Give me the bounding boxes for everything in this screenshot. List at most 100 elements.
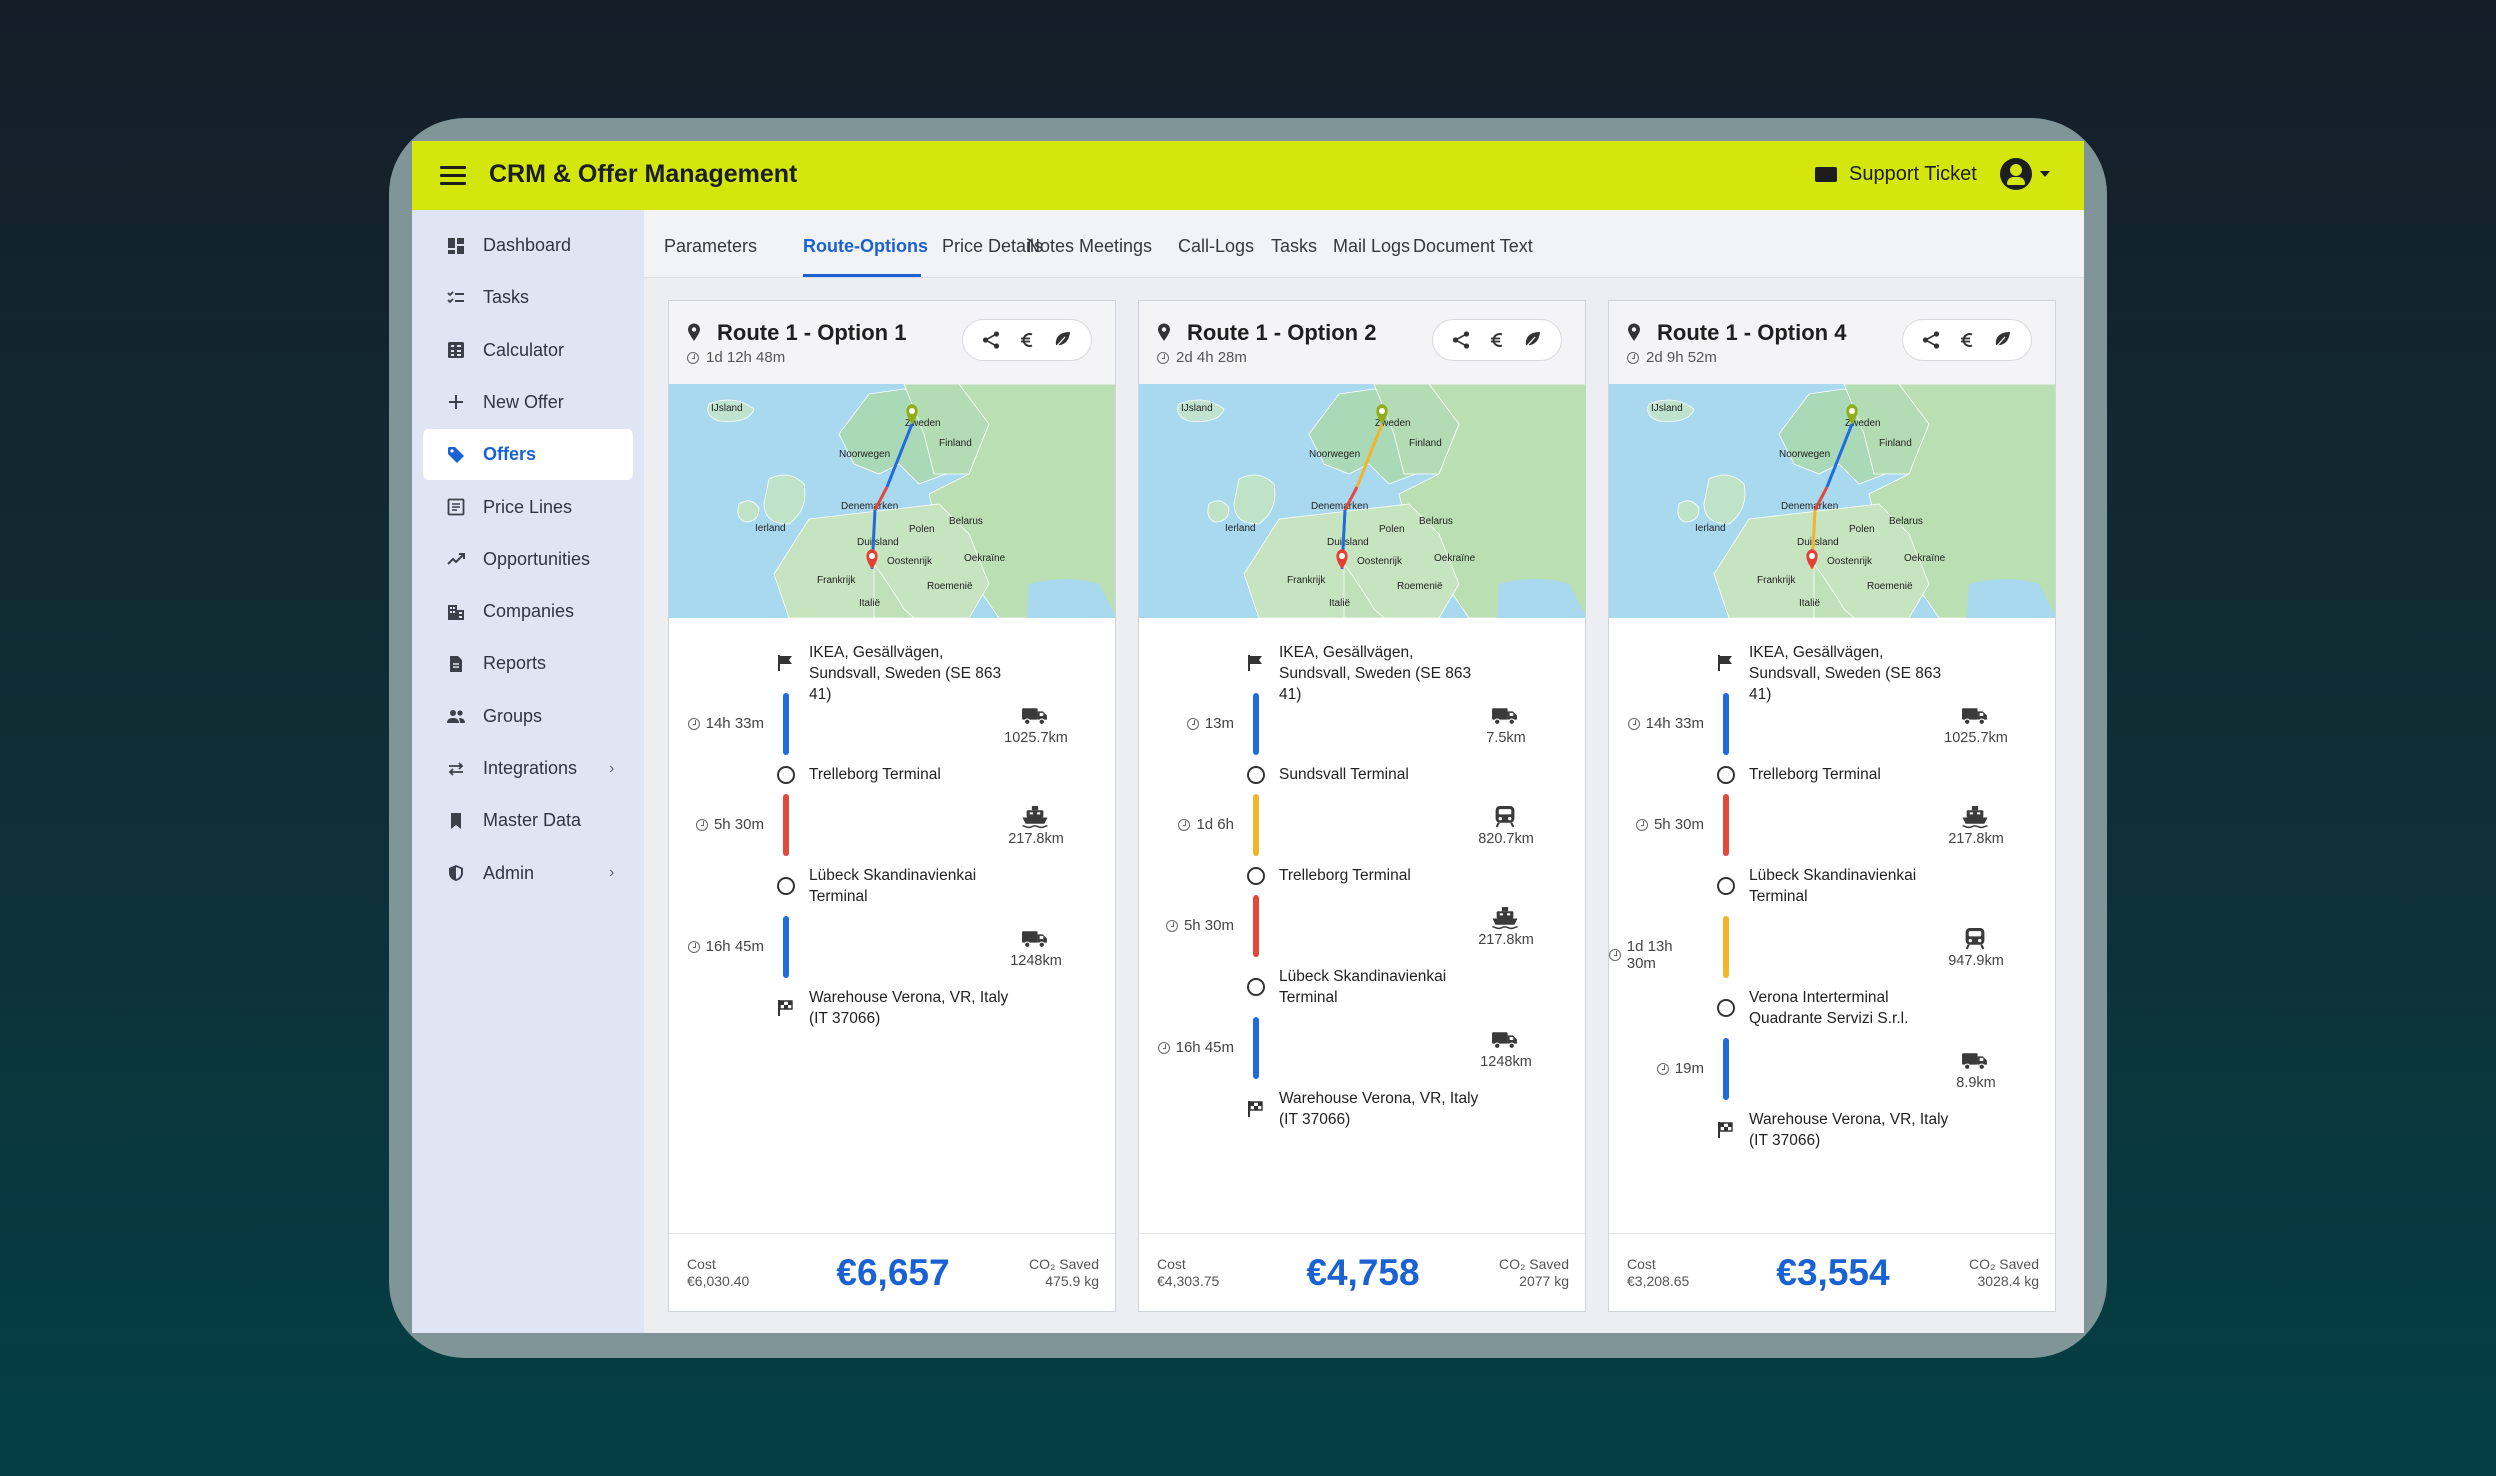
segment-time-text: 13m	[1204, 715, 1234, 732]
route-map-container: IJsland Noorwegen Finland Zweden Denemarken…	[1609, 384, 2056, 618]
map-label-belarus: Belarus	[949, 516, 983, 527]
sidebar-item-admin[interactable]: Admin ›	[423, 848, 633, 899]
clock-icon	[1609, 949, 1621, 961]
tab-tasks[interactable]: Tasks	[1271, 236, 1317, 257]
sidebar-item-label: Integrations	[483, 758, 578, 778]
segment-time-text: 14h 33m	[1645, 715, 1704, 732]
segment-time-text: 5h 30m	[713, 816, 764, 833]
co2-label: CO₂ Saved	[1498, 1256, 1569, 1272]
tab-meetings[interactable]: Meetings	[1079, 236, 1152, 257]
tab-route-options[interactable]: Route-Options	[803, 236, 928, 257]
waypoint-icon	[1717, 765, 1735, 784]
clock-icon	[1157, 351, 1169, 364]
sidebar-item-label: Groups	[483, 705, 543, 726]
sidebar-item-new-offer[interactable]: New Offer	[423, 377, 633, 428]
tab-notes[interactable]: Notes	[1027, 236, 1074, 257]
co2-block: CO₂ Saved 475.9 kg	[1029, 1256, 1099, 1290]
map-label-denemarken: Denemarken	[1311, 501, 1368, 512]
hamburger-menu-icon[interactable]	[440, 166, 466, 186]
sidebar-item-reports[interactable]: Reports	[423, 638, 633, 689]
route-stop: Lübeck Skandinavienkai Terminal	[809, 867, 977, 905]
segment-distance: 1248km	[1480, 1054, 1532, 1070]
sidebar-item-label: Tasks	[483, 287, 530, 308]
checklist-icon	[446, 288, 466, 308]
tab-mail-logs[interactable]: Mail Logs	[1333, 236, 1410, 257]
route-duration: 2d 9h 52m	[1627, 349, 1717, 366]
sidebar-item-price-lines[interactable]: Price Lines	[423, 482, 633, 533]
tab-parameters[interactable]: Parameters	[664, 236, 757, 257]
segment-line-train	[1253, 794, 1259, 856]
segment-distance: 1248km	[1010, 953, 1062, 969]
map-label-denemarken: Denemarken	[841, 501, 898, 512]
euro-icon[interactable]	[1015, 328, 1039, 352]
route-map[interactable]: IJslandNoorwegenFinlandZweden Denemarken…	[669, 384, 1116, 618]
segment-time-text: 16h 45m	[705, 938, 764, 955]
clock-icon	[687, 940, 700, 953]
clock-icon	[1165, 919, 1178, 932]
support-ticket-button[interactable]: Support Ticket	[1815, 163, 1977, 186]
map-label-ijsland: IJsland	[711, 403, 743, 414]
tab-call-logs[interactable]: Call-Logs	[1178, 236, 1254, 257]
route-stop: Warehouse Verona, VR, Italy (IT 37066)	[809, 989, 1009, 1027]
sidebar-item-companies[interactable]: Companies	[423, 586, 633, 637]
segment-distance: 947.9km	[1948, 953, 2004, 969]
account-menu-button[interactable]	[2000, 158, 2050, 190]
share-icon[interactable]	[1449, 328, 1473, 352]
sidebar-item-calculator[interactable]: Calculator	[423, 325, 633, 376]
truck-icon	[1961, 1049, 1989, 1071]
route-duration: 1d 12h 48m	[687, 349, 785, 366]
segment-distance: 217.8km	[1478, 932, 1534, 948]
route-map[interactable]: IJslandNoorwegenFinlandZweden Denemarken…	[1609, 384, 2056, 618]
segment-distance: 1025.7km	[1944, 730, 2008, 746]
map-label-ijsland: IJsland	[1181, 403, 1213, 414]
euro-icon[interactable]	[1955, 328, 1979, 352]
leaf-icon[interactable]	[1051, 328, 1075, 352]
segment-time-text: 5h 30m	[1183, 917, 1234, 934]
co2-block: CO₂ Saved 2077 kg	[1499, 1256, 1569, 1290]
account-circle-icon	[2000, 158, 2032, 190]
sidebar-item-dashboard[interactable]: Dashboard	[423, 220, 633, 271]
leaf-icon[interactable]	[1521, 328, 1545, 352]
segment-time-text: 1d 13h 30m	[1626, 938, 1673, 972]
leaf-icon[interactable]	[1991, 328, 2015, 352]
ship-icon	[1961, 805, 1989, 829]
map-label-oostenrijk: Oostenrijk	[1827, 556, 1873, 567]
sidebar-item-label: Dashboard	[483, 235, 572, 255]
tab-document-text[interactable]: Document Text	[1413, 236, 1533, 257]
sidebar-item-integrations[interactable]: Integrations ›	[423, 743, 633, 794]
route-stop: Warehouse Verona, VR, Italy (IT 37066)	[1749, 1111, 1949, 1149]
sidebar-item-label: Price Lines	[483, 496, 573, 517]
train-icon	[1491, 805, 1519, 828]
map-label-oekraine: Oekraïne	[1904, 553, 1946, 564]
flag-icon	[1247, 654, 1265, 672]
route-stop: Verona Interterminal Quadrante Servizi S…	[1749, 989, 1909, 1027]
flag-icon	[777, 654, 795, 672]
map-label-roemenie: Roemenië	[927, 581, 973, 592]
waypoint-icon	[1717, 877, 1735, 895]
route-stop: Sundsvall Terminal	[1279, 766, 1409, 783]
card-header: Route 1 - Option 2 2d 4h 28m	[1139, 301, 1585, 384]
map-label-duitsland: Duitsland	[1327, 537, 1369, 548]
sidebar-item-offers[interactable]: Offers	[423, 429, 633, 481]
active-tab-indicator	[803, 274, 921, 277]
clock-icon	[1656, 1062, 1669, 1075]
sidebar-item-groups[interactable]: Groups	[423, 691, 633, 742]
location-pin-icon	[687, 323, 701, 341]
segment-time: 14h 33m	[1627, 715, 1704, 732]
route-stop: Trelleborg Terminal	[1749, 766, 1881, 783]
sidebar-item-master-data[interactable]: Master Data	[423, 795, 633, 846]
map-label-ijsland: IJsland	[1651, 403, 1683, 414]
segment-time-text: 16h 45m	[1175, 1039, 1234, 1056]
route-map-container: IJsland Noorwegen Finland Zweden Denemarken…	[1139, 384, 1586, 618]
share-icon[interactable]	[1919, 328, 1943, 352]
map-label-polen: Polen	[909, 524, 935, 535]
share-icon[interactable]	[979, 328, 1003, 352]
app-title: CRM & Offer Management	[489, 160, 798, 188]
sidebar-item-opportunities[interactable]: Opportunities	[423, 534, 633, 585]
segment-distance: 820.7km	[1478, 831, 1534, 847]
segment-time: 1d 13h 30m	[1609, 938, 1704, 972]
route-map[interactable]: IJslandNoorwegenFinlandZweden Denemarken…	[1139, 384, 1586, 618]
euro-icon[interactable]	[1485, 328, 1509, 352]
sidebar-item-tasks[interactable]: Tasks	[423, 272, 633, 323]
tag-icon	[446, 445, 466, 465]
